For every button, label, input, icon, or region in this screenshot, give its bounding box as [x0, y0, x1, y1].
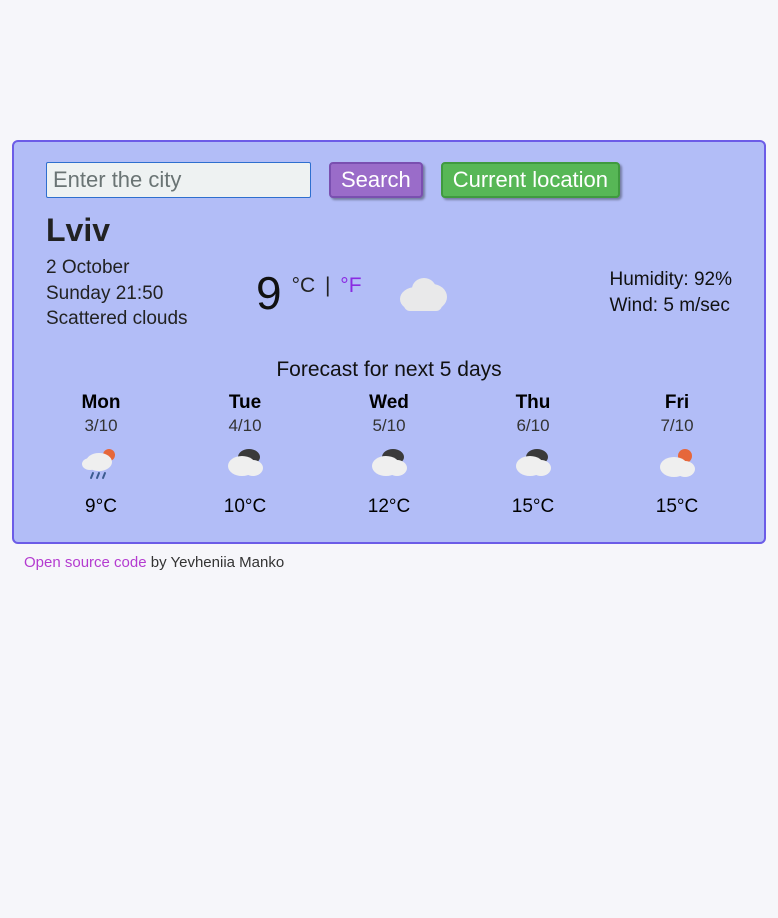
- forecast-day-date: 4/10: [190, 416, 300, 436]
- forecast-day: Wed 5/10 12°C: [334, 392, 444, 518]
- forecast-day-date: 5/10: [334, 416, 444, 436]
- forecast-temp: 15°C: [622, 496, 732, 518]
- cloudy-dark-icon: [225, 446, 265, 482]
- celsius-link[interactable]: °C: [292, 274, 316, 297]
- forecast-day-date: 6/10: [478, 416, 588, 436]
- forecast-row: Mon 3/10 9°C Tue 4/10 10°C Wed 5/10 12°C…: [46, 392, 732, 518]
- forecast-day-name: Fri: [622, 392, 732, 414]
- forecast-day-name: Thu: [478, 392, 588, 414]
- fahrenheit-link[interactable]: °F: [340, 274, 361, 297]
- date-meta: 2 October Sunday 21:50 Scattered clouds: [46, 255, 236, 332]
- forecast-day-date: 3/10: [46, 416, 156, 436]
- forecast-title: Forecast for next 5 days: [46, 358, 732, 382]
- forecast-day: Thu 6/10 15°C: [478, 392, 588, 518]
- search-row: Search Current location: [46, 162, 732, 198]
- date-text: 2 October: [46, 255, 236, 281]
- source-code-link[interactable]: Open source code: [24, 554, 147, 571]
- condition-text: Scattered clouds: [46, 306, 236, 332]
- forecast-day-name: Mon: [46, 392, 156, 414]
- forecast-temp: 12°C: [334, 496, 444, 518]
- search-button[interactable]: Search: [329, 162, 423, 198]
- unit-separator: |: [319, 274, 336, 297]
- forecast-day: Mon 3/10 9°C: [46, 392, 156, 518]
- forecast-temp: 10°C: [190, 496, 300, 518]
- humidity-text: Humidity: 92%: [610, 267, 733, 294]
- forecast-temp: 15°C: [478, 496, 588, 518]
- forecast-day: Tue 4/10 10°C: [190, 392, 300, 518]
- forecast-day-name: Tue: [190, 392, 300, 414]
- city-name: Lviv: [46, 212, 732, 249]
- forecast-day-name: Wed: [334, 392, 444, 414]
- rain-sun-icon: [81, 446, 121, 482]
- unit-toggle: °C | °F: [292, 274, 362, 298]
- wind-text: Wind: 5 m/sec: [610, 293, 733, 320]
- city-input[interactable]: [46, 162, 311, 198]
- weather-card: Search Current location Lviv 2 October S…: [12, 140, 766, 544]
- forecast-day: Fri 7/10 15°C: [622, 392, 732, 518]
- temperature-value: 9: [256, 270, 282, 316]
- daytime-text: Sunday 21:50: [46, 281, 236, 307]
- temperature-block: 9 °C | °F: [256, 270, 362, 316]
- forecast-temp: 9°C: [46, 496, 156, 518]
- author-text: by Yevheniia Manko: [147, 554, 285, 571]
- current-location-button[interactable]: Current location: [441, 162, 620, 198]
- footer: Open source code by Yevheniia Manko: [24, 554, 778, 571]
- cloudy-dark-icon: [513, 446, 553, 482]
- stats-block: Humidity: 92% Wind: 5 m/sec: [610, 267, 733, 320]
- forecast-day-date: 7/10: [622, 416, 732, 436]
- cloud-sun-icon: [657, 446, 697, 482]
- cloudy-dark-icon: [369, 446, 409, 482]
- current-conditions: 2 October Sunday 21:50 Scattered clouds …: [46, 255, 732, 332]
- cloud-icon: [382, 263, 462, 323]
